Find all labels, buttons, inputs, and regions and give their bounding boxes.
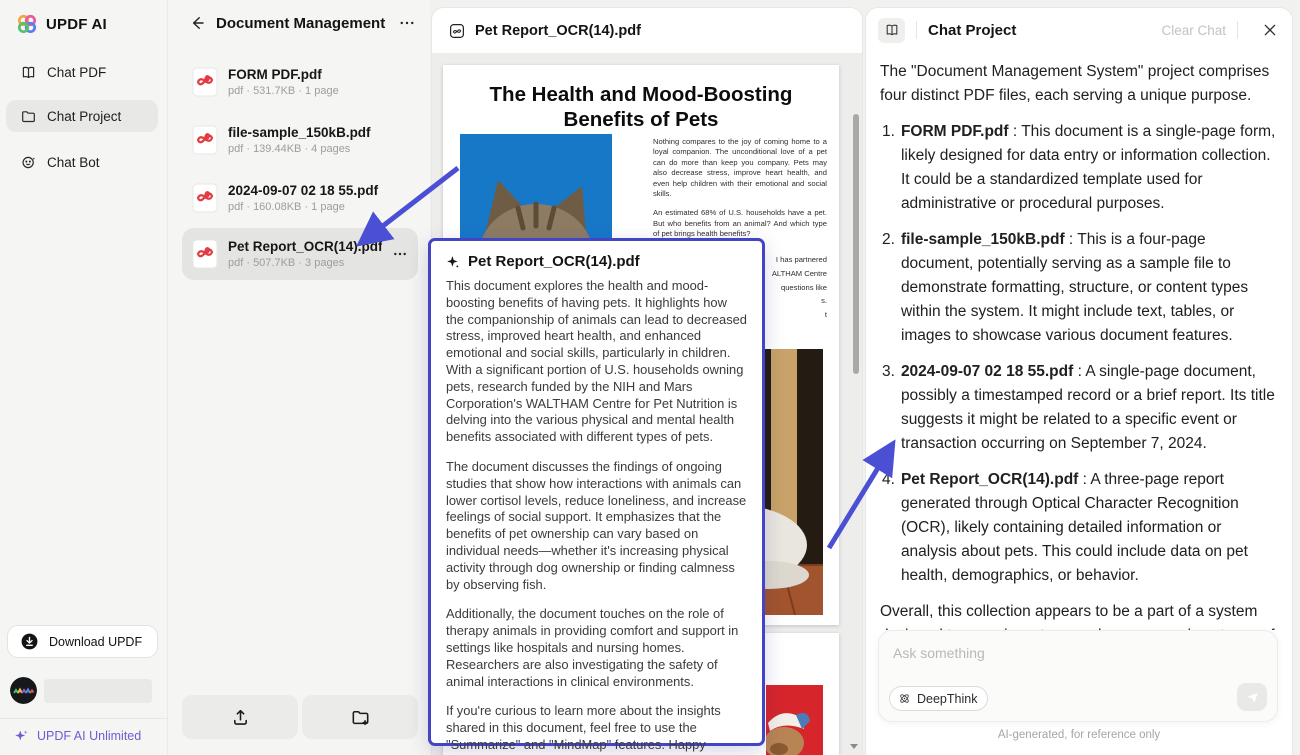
sidebar-item-label: Chat PDF bbox=[47, 64, 107, 80]
deepthink-label: DeepThink bbox=[917, 691, 978, 706]
header-divider bbox=[916, 21, 917, 39]
pdf-title: Pet Report_OCR(14).pdf bbox=[475, 22, 641, 39]
sidebar: UPDF AI Chat PDF Chat Project Chat Bot D… bbox=[0, 0, 168, 755]
document-text-fragments: I has partnered ALTHAM Centre questions … bbox=[771, 255, 827, 320]
dog-hat-photo bbox=[766, 685, 823, 755]
file-ref: Pet Report_OCR(14).pdf bbox=[900, 471, 1079, 488]
file-name: 2024-09-07 02 18 55.pdf bbox=[228, 183, 379, 198]
popup-header: Pet Report_OCR(14).pdf bbox=[446, 253, 748, 270]
sidebar-item-label: Chat Bot bbox=[47, 154, 100, 170]
book-icon bbox=[22, 66, 35, 78]
chat-intro: The "Document Management System" project… bbox=[880, 63, 1270, 104]
pdf-file-icon bbox=[192, 239, 218, 269]
scroll-down-icon[interactable] bbox=[850, 744, 858, 749]
ai-summary-popup: Pet Report_OCR(14).pdf This document exp… bbox=[428, 238, 765, 755]
popup-paragraph: The document discusses the findings of o… bbox=[446, 458, 747, 592]
file-item-form-pdf[interactable]: FORM PDF.pdf pdf · 531.7KB · 1 page bbox=[182, 56, 418, 108]
upgrade-link[interactable]: UPDF AI Unlimited bbox=[14, 728, 141, 743]
username-redacted bbox=[44, 678, 152, 703]
chat-bot-icon bbox=[22, 156, 36, 168]
download-updf-label: Download UPDF bbox=[49, 634, 143, 649]
back-icon[interactable] bbox=[188, 14, 206, 32]
sidebar-item-label: Chat Project bbox=[47, 108, 122, 124]
close-icon[interactable] bbox=[1262, 22, 1278, 38]
chat-input[interactable] bbox=[893, 645, 1253, 661]
updf-ai-app: UPDF AI Chat PDF Chat Project Chat Bot D… bbox=[0, 0, 1300, 755]
sidebar-item-chat-pdf[interactable]: Chat PDF bbox=[6, 56, 158, 88]
folder-icon bbox=[22, 110, 35, 122]
avatar bbox=[10, 677, 37, 704]
file-meta: pdf · 139.44KB · 4 pages bbox=[228, 143, 351, 155]
pdf-doc-icon bbox=[450, 23, 464, 38]
send-button[interactable] bbox=[1237, 683, 1267, 711]
add-folder-button[interactable] bbox=[302, 695, 418, 739]
file-meta: pdf · 160.08KB · 1 page bbox=[228, 201, 345, 213]
file-item-pet-report[interactable]: Pet Report_OCR(14).pdf pdf · 507.7KB · 3… bbox=[182, 228, 418, 280]
deepthink-toggle[interactable]: DeepThink bbox=[889, 686, 989, 711]
download-updf-button[interactable]: Download UPDF bbox=[7, 625, 158, 658]
updf-logo-icon bbox=[17, 14, 37, 34]
file-ref: FORM PDF.pdf bbox=[900, 123, 1009, 140]
book-icon bbox=[886, 24, 897, 36]
project-header: Document Management Sy... bbox=[188, 14, 416, 32]
chat-panel: Chat Project Clear Chat The "Document Ma… bbox=[866, 8, 1292, 755]
account-row[interactable] bbox=[10, 677, 152, 704]
chat-header: Chat Project Clear Chat bbox=[866, 8, 1292, 52]
sidebar-item-chat-project[interactable]: Chat Project bbox=[6, 100, 158, 132]
clear-chat-button[interactable]: Clear Chat bbox=[1161, 23, 1226, 38]
chat-list-item: 4. Pet Report_OCR(14).pdf : A three-page… bbox=[882, 471, 1248, 584]
upgrade-label: UPDF AI Unlimited bbox=[37, 728, 142, 743]
toggle-reader-button[interactable] bbox=[878, 17, 905, 43]
app-logo: UPDF AI bbox=[16, 13, 107, 35]
download-icon bbox=[21, 633, 38, 650]
popup-paragraph: If you're curious to learn more about th… bbox=[446, 703, 721, 755]
sidebar-item-chat-bot[interactable]: Chat Bot bbox=[6, 146, 158, 178]
file-name: file-sample_150kB.pdf bbox=[228, 125, 371, 140]
send-icon bbox=[1246, 692, 1258, 703]
more-icon[interactable] bbox=[398, 14, 416, 32]
chat-outro: Overall, this collection appears to be a… bbox=[880, 603, 1275, 630]
pdf-scrollbar-track bbox=[852, 104, 859, 755]
pdf-scrollbar[interactable] bbox=[853, 114, 859, 374]
file-ref: 2024-09-07 02 18 55.pdf bbox=[900, 363, 1074, 380]
file-name: FORM PDF.pdf bbox=[228, 67, 322, 82]
file-item-2024-09-07[interactable]: 2024-09-07 02 18 55.pdf pdf · 160.08KB ·… bbox=[182, 172, 418, 224]
chat-message: The "Document Management System" project… bbox=[880, 60, 1280, 630]
upload-icon bbox=[233, 709, 247, 725]
pdf-viewer-header: Pet Report_OCR(14).pdf bbox=[432, 8, 862, 54]
pdf-file-icon bbox=[192, 125, 218, 155]
popup-paragraph: Additionally, the document touches on th… bbox=[446, 606, 739, 689]
file-meta: pdf · 507.7KB · 3 pages bbox=[228, 257, 345, 269]
ai-sparkle-icon bbox=[447, 255, 459, 267]
file-ref: file-sample_150kB.pdf bbox=[900, 231, 1065, 248]
popup-paragraph: This document explores the health and mo… bbox=[446, 278, 747, 445]
sidebar-divider bbox=[0, 718, 168, 719]
sparkle-icon bbox=[15, 730, 28, 741]
file-more-icon[interactable] bbox=[392, 246, 408, 262]
pdf-file-icon bbox=[192, 67, 218, 97]
chat-title: Chat Project bbox=[928, 21, 1017, 39]
pdf-file-icon bbox=[192, 183, 218, 213]
folder-plus-icon bbox=[352, 710, 368, 725]
file-name: Pet Report_OCR(14).pdf bbox=[228, 239, 382, 254]
chat-list-item: 2. file-sample_150kB.pdf : This is a fou… bbox=[882, 231, 1249, 344]
chat-input-card: DeepThink bbox=[878, 630, 1278, 722]
chat-list-item: 3. 2024-09-07 02 18 55.pdf : A single-pa… bbox=[882, 363, 1275, 452]
atom-icon bbox=[900, 694, 909, 703]
chat-list-item: 1. FORM PDF.pdf : This document is a sin… bbox=[882, 123, 1276, 212]
upload-file-button[interactable] bbox=[182, 695, 298, 739]
file-item-file-sample[interactable]: file-sample_150kB.pdf pdf · 139.44KB · 4… bbox=[182, 114, 418, 166]
project-file-panel: Document Management Sy... FORM PDF.pdf p… bbox=[168, 0, 430, 755]
header-divider bbox=[1237, 21, 1238, 39]
file-meta: pdf · 531.7KB · 1 page bbox=[228, 85, 339, 97]
document-title: The Health and Mood-Boosting Benefits of… bbox=[489, 83, 793, 131]
project-title: Document Management Sy... bbox=[216, 14, 388, 32]
document-body-text: Nothing compares to the joy of coming ho… bbox=[653, 137, 827, 239]
ai-disclaimer: AI-generated, for reference only bbox=[997, 729, 1161, 741]
popup-title: Pet Report_OCR(14).pdf bbox=[468, 253, 640, 270]
app-title: UPDF AI bbox=[46, 15, 107, 33]
